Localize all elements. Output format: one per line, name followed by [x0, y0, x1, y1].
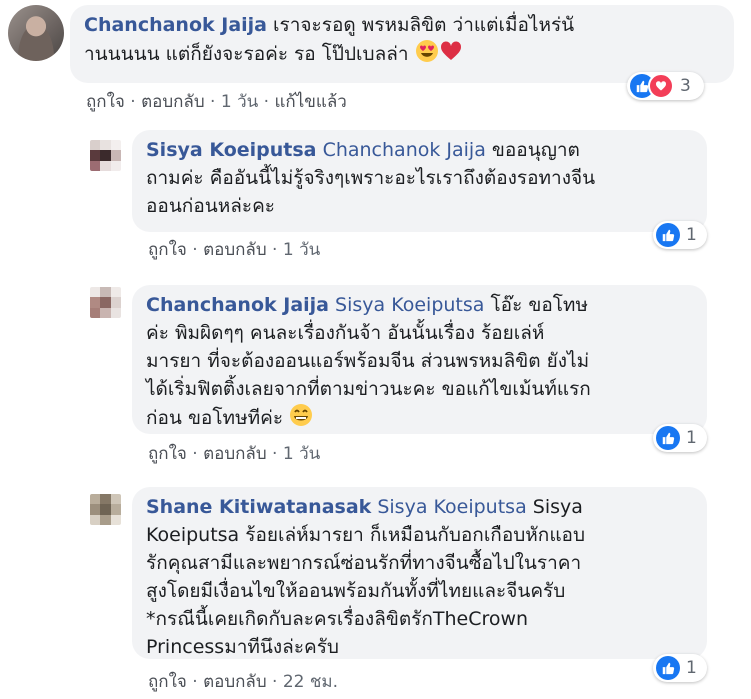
reaction-summary[interactable]: 1	[653, 424, 707, 452]
heart-eyes-emoji	[415, 39, 439, 71]
avatar[interactable]	[90, 287, 121, 318]
reaction-summary[interactable]: 1	[653, 654, 707, 682]
comment-bubble: Chanchanok Jaija เราจะรอดู พรหมลิขิต ว่า…	[70, 5, 734, 83]
grinning-emoji	[289, 403, 313, 435]
comment-text: ค่ะ พิมผิดๆๆ คนละเรื่องกันจ้า อันนั้นเรื…	[146, 322, 545, 344]
comment-text: รักคุณสามีและพยากรณ์ซ่อนรักที่ทางจีนซื้อ…	[146, 552, 582, 574]
mention-link[interactable]: Chanchanok Jaija	[323, 139, 486, 161]
reply-link[interactable]: ตอบกลับ	[203, 240, 267, 260]
reaction-count: 1	[686, 658, 697, 678]
comment-author[interactable]: Sisya Koeiputsa	[146, 139, 317, 161]
reply-link[interactable]: ตอบกลับ	[203, 672, 267, 692]
comment-text: เราจะรอดู พรหมลิขิต ว่าแต่เมื่อไหร่นั	[273, 14, 575, 36]
reply-link[interactable]: ตอบกลับ	[203, 444, 267, 464]
comment-time[interactable]: 1 วัน	[283, 240, 320, 260]
comment-time[interactable]: 1 วัน	[221, 92, 258, 112]
like-link[interactable]: ถูกใจ	[148, 444, 187, 464]
comment-time[interactable]: 22 ชม.	[283, 672, 338, 692]
comment-time[interactable]: 1 วัน	[283, 444, 320, 464]
comment-text: Sisya	[532, 496, 583, 518]
comment-text: ถามค่ะ คืออันนี้ไม่รู้จริงๆเพราะอะไรเราถ…	[146, 167, 596, 189]
like-link[interactable]: ถูกใจ	[86, 92, 125, 112]
avatar[interactable]	[90, 140, 121, 171]
comment-bubble: Chanchanok Jaija Sisya Koeiputsa โอ๊ะ ขอ…	[132, 285, 707, 434]
red-heart-emoji	[439, 39, 463, 71]
reply-link[interactable]: ตอบกลับ	[141, 92, 205, 112]
comment-actions: ถูกใจ · ตอบกลับ · 1 วัน · แก้ไขแล้ว	[86, 92, 347, 112]
comment-text: ขออนุญาต	[491, 139, 580, 161]
comment-text: *กรณีนี้เคยเกิดกับละครเรื่องลิขิตรักTheC…	[146, 608, 529, 630]
avatar[interactable]	[90, 494, 121, 525]
comment-actions: ถูกใจ · ตอบกลับ · 1 วัน	[148, 444, 321, 464]
comment-bubble: Sisya Koeiputsa Chanchanok Jaija ขออนุญา…	[132, 130, 707, 232]
mention-link[interactable]: Sisya Koeiputsa	[377, 496, 526, 518]
like-reaction-icon	[656, 223, 680, 247]
reaction-count: 1	[686, 428, 697, 448]
comment-text: Princessมาทีนึงล่ะครับ	[146, 636, 339, 658]
comment-author[interactable]: Shane Kitiwatanasak	[146, 496, 371, 518]
comment-text: ออนก่อนหล่ะคะ	[146, 195, 276, 217]
comment-text: ได้เริ่มฟิตติ้งเลยจากที่ตามข่าวนะคะ ขอแก…	[146, 378, 591, 400]
like-reaction-icon	[656, 656, 680, 680]
reaction-summary[interactable]: 1	[653, 221, 707, 249]
comment-author[interactable]: Chanchanok Jaija	[146, 294, 329, 316]
love-reaction-icon	[648, 73, 674, 99]
comment-text: านนนนน แต่ก็ยังจะรอค่ะ รอ โป๊ปเบลล่า	[84, 43, 409, 65]
like-link[interactable]: ถูกใจ	[148, 240, 187, 260]
reaction-summary[interactable]: 3	[627, 72, 704, 100]
comment-actions: ถูกใจ · ตอบกลับ · 1 วัน	[148, 240, 321, 260]
like-link[interactable]: ถูกใจ	[148, 672, 187, 692]
edited-label[interactable]: แก้ไขแล้ว	[274, 92, 346, 112]
like-reaction-icon	[656, 426, 680, 450]
mention-link[interactable]: Sisya Koeiputsa	[335, 294, 484, 316]
reaction-count: 3	[680, 76, 691, 96]
comment-text: Koeiputsa ร้อยเล่ห์มารยา ก็เหมือนกับอกเก…	[146, 524, 586, 546]
comment-text: สูงโดยมีเงื่อนไขให้ออนพร้อมกันทั้งที่ไทย…	[146, 580, 566, 602]
comment-text: มารยา ที่จะต้องออนแอร์พร้อมจีน ส่วนพรหมล…	[146, 350, 590, 372]
comment-bubble: Shane Kitiwatanasak Sisya Koeiputsa Sisy…	[132, 487, 707, 659]
comment-author[interactable]: Chanchanok Jaija	[84, 14, 267, 36]
avatar[interactable]	[8, 5, 64, 61]
comment-actions: ถูกใจ · ตอบกลับ · 22 ชม.	[148, 672, 339, 692]
reaction-count: 1	[686, 225, 697, 245]
comment-text: โอ๊ะ ขอโทษ	[490, 294, 588, 316]
comment-text: ก่อน ขอโทษทีค่ะ	[146, 407, 284, 429]
